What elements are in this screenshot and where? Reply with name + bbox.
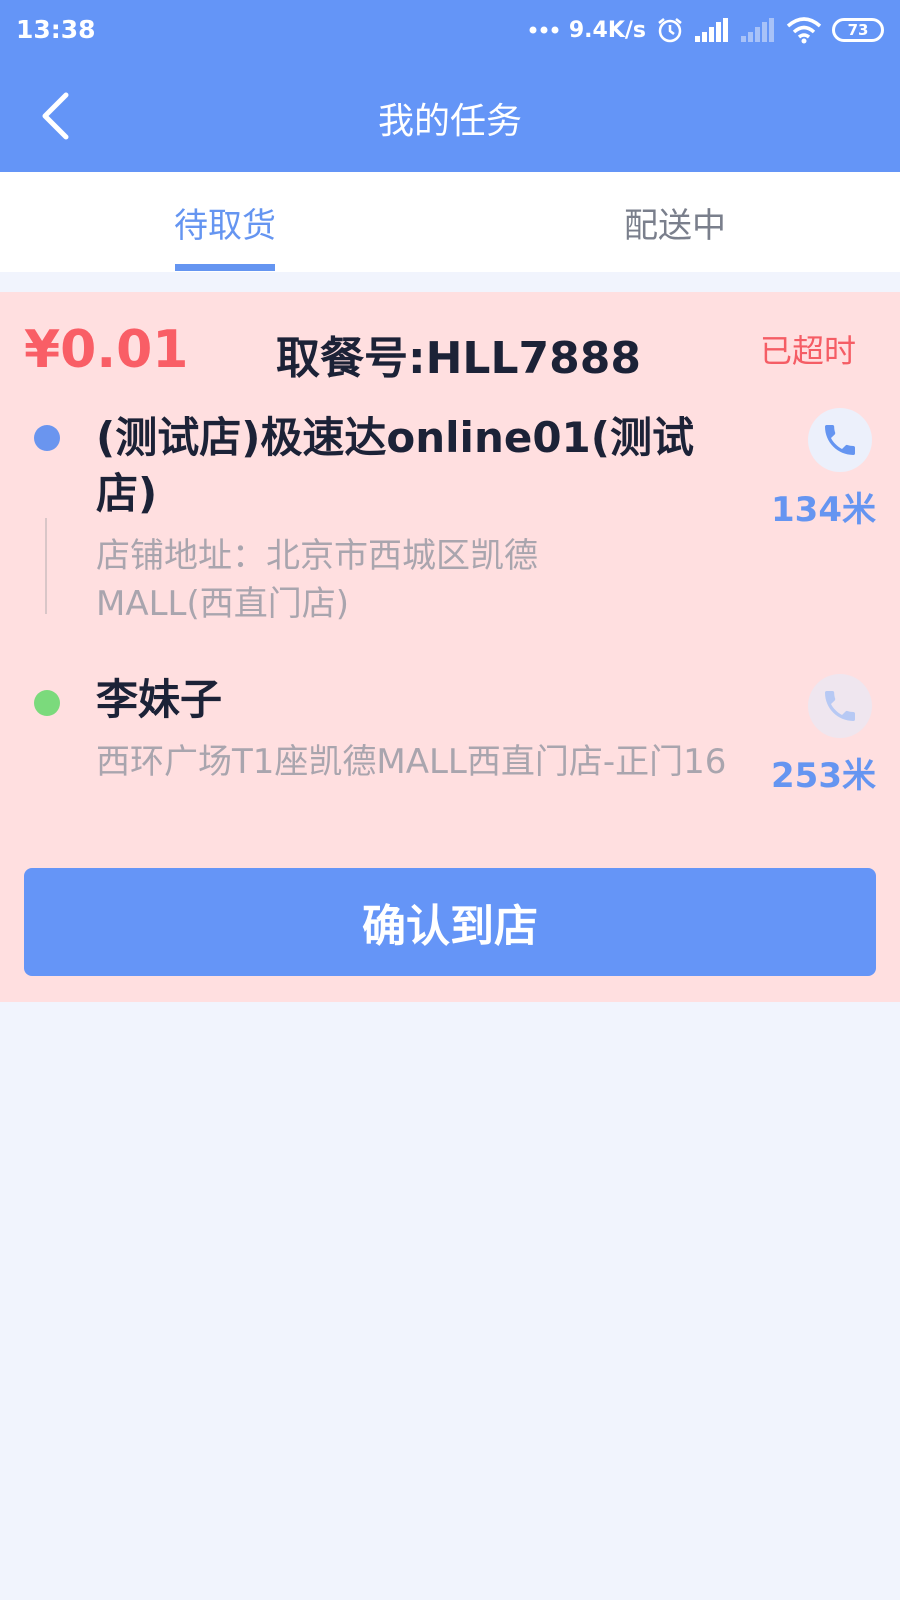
pickup-code: 取餐号:HLL7888: [276, 333, 641, 384]
phone-icon: [825, 425, 855, 455]
shop-marker-dot: [34, 425, 60, 451]
customer-address: 西环广场T1座凯德MALL西直门店-正门16: [96, 742, 727, 782]
more-dots-icon: [529, 26, 559, 34]
shop-distance: 134米: [771, 490, 876, 530]
order-card[interactable]: ¥0.01 取餐号:HLL7888 已超时 (测试店)极速达online01(测…: [0, 292, 900, 1002]
active-tab-indicator: [175, 264, 275, 271]
customer-distance: 253米: [771, 756, 876, 796]
customer-marker-dot: [34, 690, 60, 716]
order-price: ¥0.01: [24, 320, 189, 380]
battery-icon: 73: [832, 18, 884, 42]
tab-delivering[interactable]: 配送中: [450, 172, 900, 272]
status-icons: 9.4K/s 73: [529, 14, 884, 46]
app-header: 13:38 9.4K/s 73 我的任务: [0, 0, 900, 172]
customer-name: 李妹子: [96, 675, 223, 724]
shop-name: (测试店)极速达online01(测试店): [96, 413, 694, 518]
battery-level: 73: [847, 20, 869, 39]
tab-bar: 待取货 配送中: [0, 172, 900, 272]
phone-icon: [825, 691, 855, 721]
tab-pending-pickup[interactable]: 待取货: [0, 172, 450, 272]
signal-empty-icon: [741, 18, 774, 42]
alarm-icon: [658, 18, 682, 43]
network-speed: 9.4K/s: [568, 17, 646, 43]
wifi-icon: [786, 17, 822, 44]
route-line: [45, 518, 47, 614]
status-time: 13:38: [16, 15, 96, 44]
page-title: 我的任务: [377, 101, 522, 142]
shop-address: 店铺地址：北京市西城区凯德MALL(西直门店): [96, 536, 538, 624]
signal-icon: [695, 18, 728, 42]
call-customer-button[interactable]: [808, 674, 872, 738]
status-bar: 13:38 9.4K/s 73: [0, 0, 900, 60]
status-badge: 已超时: [759, 332, 856, 370]
confirm-arrival-button[interactable]: 确认到店: [24, 868, 876, 976]
call-shop-button[interactable]: [808, 408, 872, 472]
